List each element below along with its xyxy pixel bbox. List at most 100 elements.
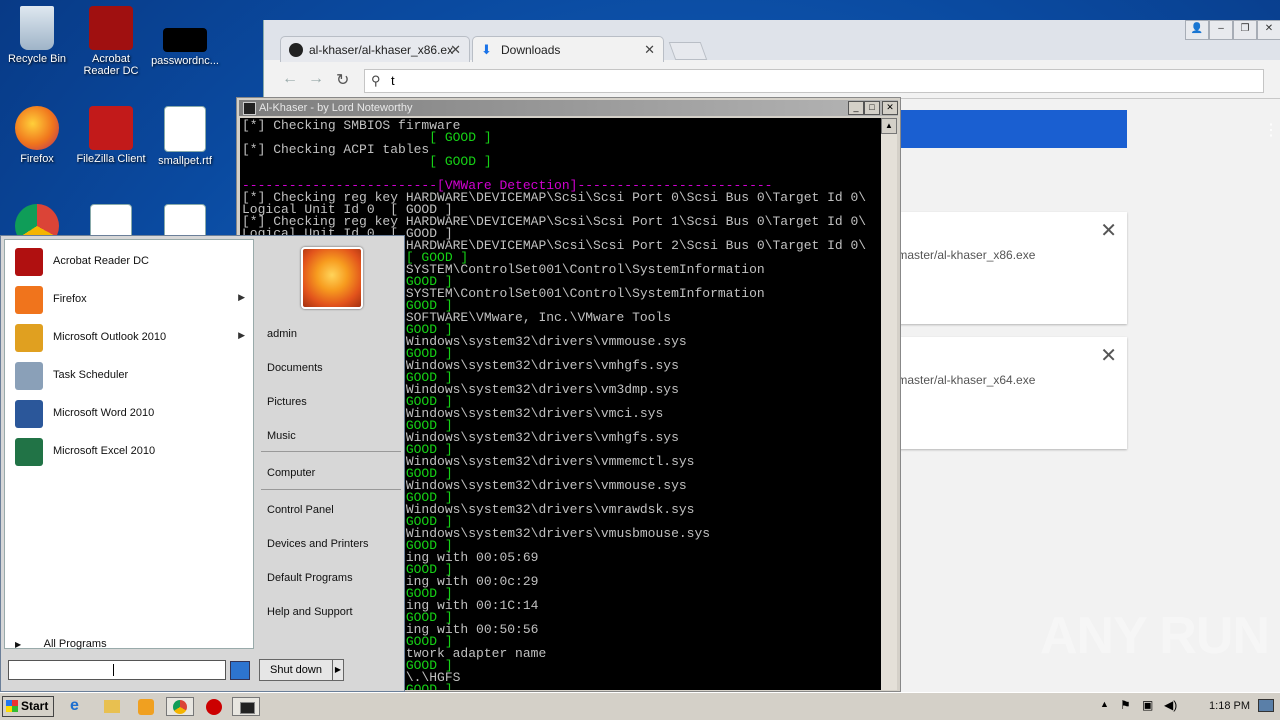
text-cursor: [113, 664, 114, 676]
shutdown-button[interactable]: Shut down: [259, 659, 333, 681]
passwordnc-file-icon[interactable]: passwordnc...: [148, 6, 222, 67]
tab-downloads[interactable]: ⬇ Downloads ✕: [472, 36, 664, 62]
downloads-header: [894, 110, 1127, 148]
start-menu-programs: ▶ All Programs Acrobat Reader DC Firefox ▶…: [4, 239, 254, 650]
pictures-link[interactable]: Pictures: [267, 396, 307, 408]
start-program-item[interactable]: Task Scheduler: [11, 358, 251, 394]
start-search-input[interactable]: [8, 660, 226, 680]
console-titlebar[interactable]: Al-Khaser - by Lord Noteworthy _ □ ✕: [239, 100, 898, 116]
start-label: Start: [21, 699, 49, 713]
remove-download-icon[interactable]: ✕: [1100, 343, 1117, 368]
start-program-item[interactable]: Microsoft Excel 2010: [11, 434, 251, 470]
filezilla-icon[interactable]: FileZilla Client: [74, 106, 148, 165]
chrome-taskbar-icon[interactable]: [166, 697, 194, 716]
passwordnc-file-label: passwordnc...: [151, 55, 219, 67]
help-support-link[interactable]: Help and Support: [267, 606, 353, 618]
download-url[interactable]: /master/al-khaser_x64.exe: [894, 373, 1035, 387]
scroll-up-icon[interactable]: ▲: [881, 118, 897, 134]
minimize-button[interactable]: _: [848, 101, 864, 115]
smallpet-rtf-icon[interactable]: smallpet.rtf: [148, 106, 222, 167]
volume-icon[interactable]: ◀): [1164, 698, 1177, 712]
program-icon: [15, 438, 43, 466]
close-tab-icon[interactable]: ✕: [450, 37, 461, 63]
remove-download-icon[interactable]: ✕: [1100, 218, 1117, 243]
back-icon[interactable]: ←: [282, 70, 298, 88]
default-programs-link[interactable]: Default Programs: [267, 572, 353, 584]
show-desktop-icon[interactable]: [1258, 699, 1274, 712]
close-button[interactable]: ✕: [882, 101, 898, 115]
start-button[interactable]: Start: [2, 696, 54, 717]
tray-expand-icon[interactable]: ▲: [1100, 699, 1109, 709]
windows-flag-icon: [6, 700, 18, 712]
close-tab-icon[interactable]: ✕: [644, 37, 655, 63]
internet-explorer-icon[interactable]: e: [70, 697, 92, 716]
control-panel-link[interactable]: Control Panel: [267, 504, 334, 516]
reload-icon[interactable]: ↻: [336, 70, 349, 90]
divider: [261, 451, 401, 452]
download-item: /master/al-khaser_x64.exe ✕: [894, 337, 1127, 449]
tab-label: al-khaser/al-khaser_x86.ex: [309, 43, 454, 57]
smallpet-rtf-label: smallpet.rtf: [158, 155, 212, 167]
program-label: Microsoft Word 2010: [53, 407, 155, 419]
opera-icon[interactable]: [206, 699, 222, 715]
close-button[interactable]: ✕: [1257, 20, 1280, 40]
start-menu-links: admin Documents Pictures Music Computer …: [259, 239, 403, 689]
devices-printers-link[interactable]: Devices and Printers: [267, 538, 369, 550]
address-bar[interactable]: ⚲ t: [364, 69, 1264, 93]
new-tab-button[interactable]: [668, 42, 708, 60]
user-profile-icon[interactable]: 👤: [1185, 20, 1209, 40]
download-item: /master/al-khaser_x86.exe ✕: [894, 212, 1127, 324]
explorer-folder-icon[interactable]: [104, 700, 120, 713]
maximize-button[interactable]: □: [864, 101, 880, 115]
media-player-icon[interactable]: [138, 699, 154, 715]
watermark: ANY RUN: [1040, 607, 1270, 665]
program-icon: [15, 362, 43, 390]
console-taskbar-icon[interactable]: [232, 697, 260, 716]
forward-icon[interactable]: →: [308, 70, 324, 88]
clock[interactable]: 1:18 PM: [1209, 700, 1250, 712]
console-scrollbar[interactable]: ▲: [881, 118, 897, 690]
taskbar: Start e ▲ ⚑ ▣ ◀) 1:18 PM: [0, 692, 1280, 720]
system-tray: ▲ ⚑ ▣ ◀) 1:18 PM: [1100, 695, 1280, 718]
program-label: Firefox: [53, 293, 87, 305]
program-label: Microsoft Excel 2010: [53, 445, 156, 457]
acrobat-reader-label: Acrobat Reader DC: [83, 53, 139, 77]
network-icon[interactable]: ▣: [1142, 698, 1153, 712]
minimize-button[interactable]: –: [1209, 20, 1233, 40]
documents-link[interactable]: Documents: [267, 362, 323, 374]
action-center-flag-icon[interactable]: ⚑: [1120, 698, 1131, 712]
console-title: Al-Khaser - by Lord Noteworthy: [259, 102, 413, 114]
search-icon: ⚲: [371, 73, 381, 88]
firefox-icon[interactable]: Firefox: [0, 106, 74, 165]
music-link[interactable]: Music: [267, 430, 296, 442]
tab-bar: al-khaser/al-khaser_x86.ex ✕ ⬇ Downloads…: [264, 20, 1280, 62]
program-icon: [15, 324, 43, 352]
start-menu: ▶ All Programs Acrobat Reader DC Firefox ▶…: [0, 235, 405, 692]
toolbar: ← → ↻ ⚲ t: [264, 62, 1280, 99]
download-url[interactable]: /master/al-khaser_x86.exe: [894, 248, 1035, 262]
chevron-right-icon: ▶: [15, 640, 22, 649]
computer-link[interactable]: Computer: [267, 467, 315, 479]
github-icon: [289, 43, 303, 57]
program-label: Microsoft Outlook 2010: [53, 331, 167, 343]
start-program-item[interactable]: Acrobat Reader DC: [11, 244, 251, 280]
all-programs[interactable]: ▶ All Programs: [15, 638, 107, 650]
download-icon: ⬇: [481, 42, 492, 57]
tab-label: Downloads: [501, 43, 561, 57]
user-avatar[interactable]: [301, 247, 363, 309]
tab-al-khaser[interactable]: al-khaser/al-khaser_x86.ex ✕: [280, 36, 470, 62]
recycle-bin-label: Recycle Bin: [7, 53, 67, 65]
program-icon: [15, 286, 43, 314]
console-app-icon: [243, 102, 256, 115]
start-program-item[interactable]: Microsoft Outlook 2010 ▶: [11, 320, 251, 356]
start-program-item[interactable]: Microsoft Word 2010: [11, 396, 251, 432]
restore-button[interactable]: ❐: [1233, 20, 1257, 40]
user-link[interactable]: admin: [267, 328, 297, 340]
start-program-item[interactable]: Firefox ▶: [11, 282, 251, 318]
divider: [261, 489, 401, 490]
menu-icon[interactable]: ⋮: [1263, 120, 1279, 140]
shutdown-options-button[interactable]: ▶: [332, 659, 344, 681]
search-button[interactable]: [230, 661, 250, 680]
acrobat-reader-icon[interactable]: Acrobat Reader DC: [74, 6, 148, 77]
recycle-bin-icon[interactable]: Recycle Bin: [0, 6, 74, 65]
